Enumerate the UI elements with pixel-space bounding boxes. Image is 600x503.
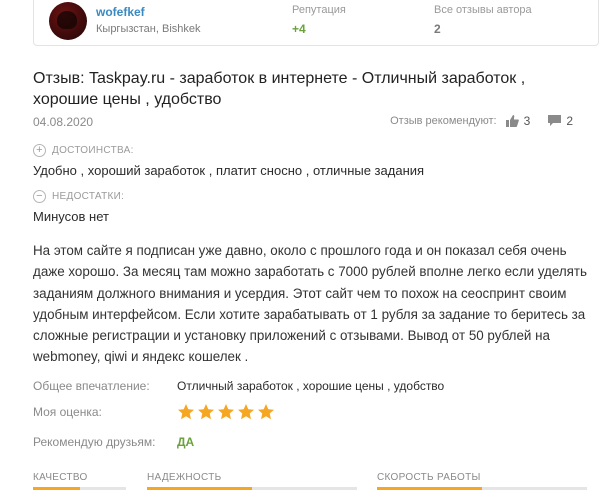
- cons-text: Минусов нет: [33, 209, 109, 224]
- author-card: wofefkef Кыргызстан, Bishkek Репутация +…: [33, 0, 599, 46]
- metric-quality-fill: [33, 487, 80, 490]
- recommend-bar: Отзыв рекомендуют: 3 2: [390, 114, 573, 128]
- review-date: 04.08.2020: [33, 115, 94, 129]
- review-title: Отзыв: Taskpay.ru - заработок в интернет…: [33, 70, 526, 108]
- author-name-link[interactable]: wofefkef: [96, 5, 145, 19]
- metric-reliability-bar: [147, 487, 357, 490]
- likes-count: 3: [523, 114, 531, 128]
- plus-circle-icon: +: [33, 144, 46, 157]
- metric-reliability-fill: [147, 487, 252, 490]
- metric-quality-label: КАЧЕСТВО: [33, 472, 88, 483]
- reputation-label: Репутация: [292, 4, 346, 16]
- thumbs-up-icon[interactable]: [505, 115, 519, 127]
- star-icon: [197, 403, 215, 421]
- recommend-friends-label: Рекомендую друзьям:: [33, 435, 156, 449]
- reputation-value: +4: [292, 22, 306, 36]
- rating-stars: [177, 403, 275, 421]
- metric-quality-bar: [33, 487, 126, 490]
- recommend-friends-value: ДА: [177, 435, 195, 449]
- cons-heading: − НЕДОСТАТКИ:: [33, 190, 124, 203]
- metric-reliability-label: НАДЕЖНОСТЬ: [147, 472, 222, 483]
- star-icon: [217, 403, 235, 421]
- metric-speed-fill: [377, 487, 482, 490]
- impression-value: Отличный заработок , хорошие цены , удоб…: [177, 379, 445, 393]
- all-reviews-label[interactable]: Все отзывы автора: [434, 4, 532, 16]
- all-reviews-count[interactable]: 2: [434, 22, 441, 36]
- rating-label: Моя оценка:: [33, 405, 102, 419]
- pros-heading: + ДОСТОИНСТВА:: [33, 144, 134, 157]
- star-icon: [177, 403, 195, 421]
- author-location: Кыргызстан, Bishkek: [96, 23, 201, 35]
- recommend-friends-row: Рекомендую друзьям: ДА: [33, 435, 194, 449]
- impression-row: Общее впечатление: Отличный заработок , …: [33, 379, 444, 393]
- review-body: На этом сайте я подписан уже давно, окол…: [33, 243, 588, 365]
- star-icon: [257, 403, 275, 421]
- comment-icon[interactable]: [548, 115, 562, 127]
- impression-label: Общее впечатление:: [33, 379, 150, 393]
- recommend-label: Отзыв рекомендуют:: [390, 115, 497, 127]
- avatar[interactable]: [49, 2, 87, 40]
- star-icon: [237, 403, 255, 421]
- cons-heading-label: НЕДОСТАТКИ:: [52, 191, 125, 202]
- rating-row: Моя оценка:: [33, 403, 275, 421]
- metric-speed-label: СКОРОСТЬ РАБОТЫ: [377, 472, 481, 483]
- comments-count: 2: [566, 114, 573, 128]
- pros-heading-label: ДОСТОИНСТВА:: [52, 145, 134, 156]
- metric-speed-bar: [377, 487, 587, 490]
- minus-circle-icon: −: [33, 190, 46, 203]
- pros-text: Удобно , хороший заработок , платит снос…: [33, 163, 425, 178]
